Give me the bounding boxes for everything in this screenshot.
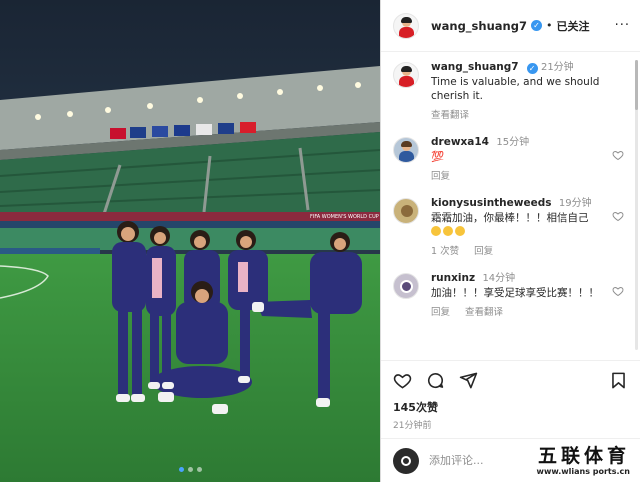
- caption-text: Time is valuable, and we should cherish …: [431, 76, 600, 102]
- author-username[interactable]: wang_shuang7: [431, 19, 527, 33]
- post-actions: 145次赞 21分钟前: [381, 360, 640, 439]
- reply-link[interactable]: 回复: [431, 307, 450, 318]
- comment: kionysusintheweeds 19分钟 霜霜加油，你最棒！！！相信自己 …: [393, 196, 626, 259]
- follow-status-button[interactable]: 已关注: [556, 18, 589, 34]
- post-timestamp: 21分钟前: [393, 421, 432, 431]
- reply-link[interactable]: 回复: [474, 246, 493, 257]
- more-options-icon[interactable]: ···: [615, 18, 630, 33]
- carousel-dot[interactable]: [187, 467, 193, 472]
- post-side-panel: wang_shuang7 ✓ • 已关注 ··· wang_shuang7 ✓ 2…: [380, 0, 640, 482]
- comment: drewxa14 15分钟 💯 回复: [393, 135, 626, 184]
- emoji-row: [431, 226, 467, 238]
- comment-input[interactable]: [429, 454, 529, 467]
- comment-text: 霜霜加油，你最棒！！！相信自己: [431, 212, 589, 224]
- site-watermark: 五联体育 www.wlians ports.cn: [537, 445, 630, 476]
- camera-avatar-icon[interactable]: [393, 447, 419, 474]
- bookmark-save-icon[interactable]: [609, 371, 628, 390]
- comments-scroll-thumb[interactable]: [635, 60, 638, 110]
- comment-username[interactable]: kionysusintheweeds: [431, 197, 552, 209]
- commenter-avatar[interactable]: [393, 273, 419, 299]
- comment-like-count[interactable]: 1 次赞: [431, 246, 459, 257]
- comment-username[interactable]: drewxa14: [431, 136, 489, 148]
- like-heart-icon[interactable]: [612, 285, 624, 297]
- caption-username[interactable]: wang_shuang7: [431, 61, 519, 73]
- watermark-logo: 五联体育: [537, 445, 630, 467]
- watermark-url: www.wlians ports.cn: [536, 467, 630, 476]
- post-header: wang_shuang7 ✓ • 已关注 ···: [381, 0, 640, 52]
- comment: runxinz 14分钟 加油！！！享受足球享受比赛！！！ 回复 查看翻译: [393, 271, 626, 320]
- comment-text: 💯: [431, 151, 445, 163]
- carousel-indicator[interactable]: [0, 467, 380, 472]
- comment-time: 19分钟: [558, 198, 592, 209]
- post-photo[interactable]: FIFA WOMEN'S WORLD CUP: [0, 0, 380, 482]
- comment-username[interactable]: runxinz: [431, 272, 475, 284]
- like-heart-icon[interactable]: [393, 371, 412, 390]
- commenter-avatar[interactable]: [393, 137, 419, 163]
- emoji-icon: [443, 226, 453, 236]
- comment-time: 15分钟: [496, 137, 530, 148]
- like-count[interactable]: 145次赞: [393, 399, 628, 415]
- reply-link[interactable]: 回复: [431, 171, 450, 182]
- author-avatar[interactable]: [393, 12, 419, 39]
- verified-badge-icon: ✓: [530, 20, 542, 31]
- translate-link[interactable]: 查看翻译: [431, 110, 469, 121]
- caption-time: 21分钟: [540, 62, 574, 73]
- emoji-icon: [455, 226, 465, 236]
- comment-bubble-icon[interactable]: [426, 371, 445, 390]
- stadium-banner: FIFA WOMEN'S WORLD CUP: [310, 214, 379, 220]
- comment-text: 加油！！！享受足球享受比赛！！！: [431, 287, 599, 299]
- comments-list[interactable]: wang_shuang7 ✓ 21分钟 Time is valuable, and…: [381, 52, 640, 357]
- like-heart-icon[interactable]: [612, 149, 624, 161]
- carousel-dot[interactable]: [196, 467, 202, 472]
- verified-badge-icon: ✓: [526, 63, 538, 74]
- translate-link[interactable]: 查看翻译: [465, 307, 503, 318]
- like-heart-icon[interactable]: [612, 210, 624, 222]
- comment-time: 14分钟: [482, 273, 516, 284]
- stadium-photo: FIFA WOMEN'S WORLD CUP: [0, 0, 380, 482]
- author-avatar[interactable]: [393, 62, 419, 88]
- share-send-icon[interactable]: [459, 371, 478, 390]
- carousel-dot[interactable]: [178, 467, 184, 472]
- emoji-icon: [431, 226, 441, 236]
- dot-separator: •: [545, 19, 553, 32]
- caption: wang_shuang7 ✓ 21分钟 Time is valuable, and…: [393, 60, 626, 123]
- commenter-avatar[interactable]: [393, 198, 419, 224]
